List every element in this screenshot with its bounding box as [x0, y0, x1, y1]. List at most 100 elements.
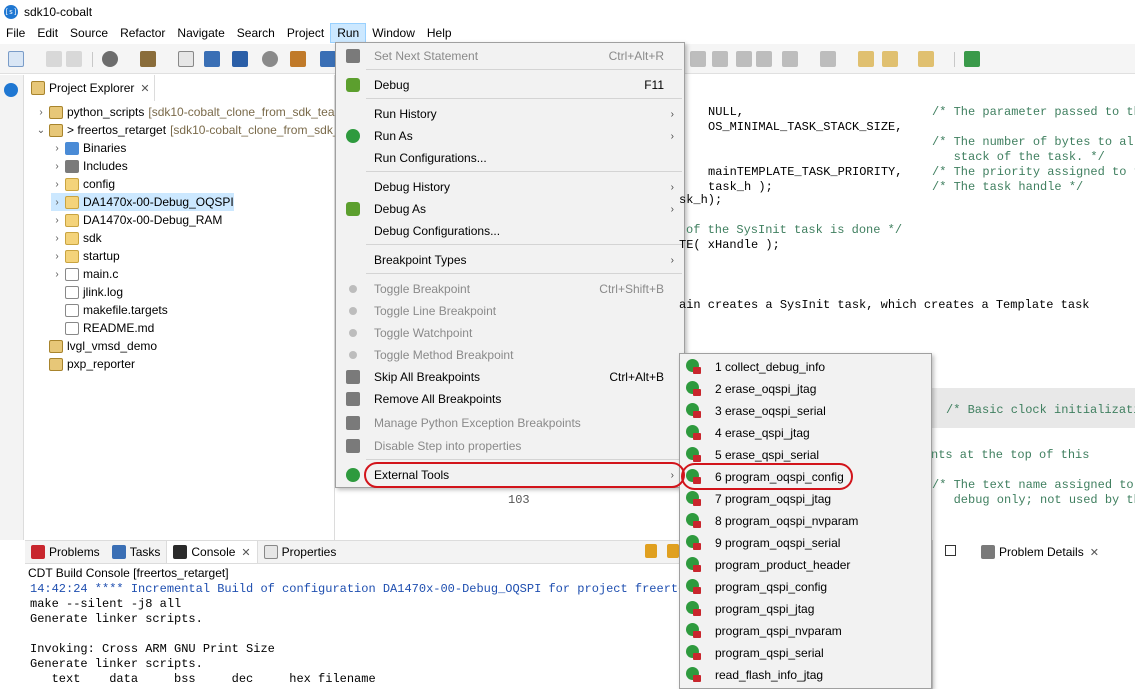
menu-edit[interactable]: Edit: [31, 23, 64, 43]
chevron-icon[interactable]: ⌄: [35, 125, 47, 136]
external-tools-toolbar-icon[interactable]: [290, 51, 306, 67]
next-annotation-icon[interactable]: [782, 51, 798, 67]
block-icon[interactable]: [736, 51, 752, 67]
menu-project[interactable]: Project: [281, 23, 330, 43]
run-menu-item[interactable]: Set Next Statement Ctrl+Alt+R: [336, 45, 684, 67]
chevron-icon[interactable]: ›: [51, 215, 63, 226]
run-menu-item[interactable]: Toggle Method Breakpoint: [336, 344, 684, 366]
chevron-icon[interactable]: ›: [51, 269, 63, 280]
maximize-icon[interactable]: [945, 545, 956, 556]
scroll-lock-icon[interactable]: [645, 544, 657, 558]
run-menu-item[interactable]: Run As ›: [336, 125, 684, 147]
menu-run[interactable]: Run: [330, 23, 367, 43]
menu-refactor[interactable]: Refactor: [114, 23, 171, 43]
external-tool-item[interactable]: 3 erase_oqspi_serial: [680, 400, 931, 422]
close-icon[interactable]: ✕: [241, 546, 250, 559]
run-menu-item[interactable]: Manage Python Exception Breakpoints: [336, 412, 684, 434]
tree-item[interactable]: makefile.targets: [51, 301, 168, 319]
run-menu-item[interactable]: Toggle Breakpoint Ctrl+Shift+B: [336, 278, 684, 300]
external-tool-item[interactable]: program_qspi_config: [680, 576, 931, 598]
skip-breakpoints-toolbar-icon[interactable]: [232, 51, 248, 67]
external-tool-item[interactable]: 7 program_oqspi_jtag: [680, 488, 931, 510]
camera-icon[interactable]: [320, 51, 336, 67]
forward-icon[interactable]: [918, 51, 934, 67]
gear-icon[interactable]: [102, 51, 118, 67]
external-tool-item[interactable]: program_product_header: [680, 554, 931, 576]
chevron-icon[interactable]: ›: [51, 179, 63, 190]
tree-item[interactable]: › main.c: [51, 265, 118, 283]
external-tool-item[interactable]: 8 program_oqspi_nvparam: [680, 510, 931, 532]
save-all-icon[interactable]: [66, 51, 82, 67]
terminal-icon[interactable]: [204, 51, 220, 67]
back-icon[interactable]: [882, 51, 898, 67]
tree-item[interactable]: › DA1470x-00-Debug_OQSPI: [51, 193, 234, 211]
external-tool-item[interactable]: 9 program_oqspi_serial: [680, 532, 931, 554]
sdk-icon[interactable]: [4, 83, 18, 97]
pencil-icon[interactable]: [690, 51, 706, 67]
run-menu-item[interactable]: Run Configurations...: [336, 147, 684, 169]
tree-item[interactable]: › DA1470x-00-Debug_RAM: [51, 211, 222, 229]
tree-item[interactable]: ⌄ > freertos_retarget [sdk10-cobalt_clone_…: [35, 121, 350, 139]
tree-item[interactable]: › Includes: [51, 157, 127, 175]
run-menu-item[interactable]: Disable Step into properties: [336, 435, 684, 457]
tab-problems[interactable]: Problems: [25, 541, 106, 563]
close-icon[interactable]: ✕: [1090, 546, 1099, 559]
chevron-icon[interactable]: ›: [51, 197, 63, 208]
tree-item[interactable]: › startup: [51, 247, 119, 265]
tree-item[interactable]: › python_scripts [sdk10-cobalt_clone_from_…: [35, 103, 344, 121]
tree-item[interactable]: lvgl_vmsd_demo: [35, 337, 157, 355]
external-tool-item[interactable]: read_flash_info_jtag: [680, 664, 931, 686]
pin-icon[interactable]: [667, 544, 679, 558]
chevron-icon[interactable]: ›: [51, 251, 63, 262]
run-menu-item[interactable]: Skip All Breakpoints Ctrl+Alt+B: [336, 366, 684, 388]
external-tool-item[interactable]: 2 erase_oqspi_jtag: [680, 378, 931, 400]
perspective-icon[interactable]: [964, 51, 980, 67]
binary-icon[interactable]: [178, 51, 194, 67]
run-menu-item[interactable]: Debug Configurations...: [336, 220, 684, 242]
menu-search[interactable]: Search: [231, 23, 281, 43]
external-tool-item[interactable]: program_qspi_jtag: [680, 598, 931, 620]
external-tool-item[interactable]: 1 collect_debug_info: [680, 356, 931, 378]
tree-item[interactable]: › sdk: [51, 229, 101, 247]
chevron-icon[interactable]: ›: [51, 161, 63, 172]
console-output[interactable]: 14:42:24 **** Incremental Build of confi…: [25, 582, 700, 689]
menu-file[interactable]: File: [0, 23, 31, 43]
build-hammer-icon[interactable]: [140, 51, 156, 67]
last-edit-icon[interactable]: [858, 51, 874, 67]
tab-properties[interactable]: Properties: [258, 541, 343, 563]
run-menu-item[interactable]: Debug History ›: [336, 176, 684, 198]
run-menu-item[interactable]: Debug As ›: [336, 198, 684, 220]
tab-tasks[interactable]: Tasks: [106, 541, 167, 563]
close-icon[interactable]: ✕: [140, 82, 149, 95]
pilcrow-icon[interactable]: [756, 51, 772, 67]
tree-item[interactable]: README.md: [51, 319, 154, 337]
external-tool-item[interactable]: program_qspi_serial: [680, 642, 931, 664]
tree-item[interactable]: pxp_reporter: [35, 355, 135, 373]
chevron-icon[interactable]: ›: [35, 107, 47, 118]
menu-help[interactable]: Help: [421, 23, 458, 43]
save-icon[interactable]: [46, 51, 62, 67]
edit-icon[interactable]: [712, 51, 728, 67]
tree-item[interactable]: jlink.log: [51, 283, 123, 301]
step-icon[interactable]: [262, 51, 278, 67]
run-menu-item[interactable]: Toggle Line Breakpoint: [336, 300, 684, 322]
run-menu-item[interactable]: Run History ›: [336, 103, 684, 125]
run-menu-item[interactable]: Toggle Watchpoint: [336, 322, 684, 344]
tab-project-explorer[interactable]: Project Explorer ✕: [25, 75, 155, 101]
prev-annotation-icon[interactable]: [820, 51, 836, 67]
run-menu-item[interactable]: Breakpoint Types ›: [336, 249, 684, 271]
tree-item[interactable]: › config: [51, 175, 115, 193]
chevron-icon[interactable]: ›: [51, 233, 63, 244]
run-menu-item[interactable]: Remove All Breakpoints: [336, 388, 684, 410]
tab-console[interactable]: Console ✕: [166, 541, 258, 563]
new-icon[interactable]: [8, 51, 24, 67]
tab-problem-details[interactable]: Problem Details ✕: [977, 540, 1103, 564]
chevron-icon[interactable]: ›: [51, 143, 63, 154]
external-tool-item[interactable]: 4 erase_qspi_jtag: [680, 422, 931, 444]
menu-navigate[interactable]: Navigate: [171, 23, 230, 43]
menu-window[interactable]: Window: [366, 23, 421, 43]
tree-item[interactable]: › Binaries: [51, 139, 126, 157]
external-tool-item[interactable]: program_qspi_nvparam: [680, 620, 931, 642]
run-menu-item[interactable]: Debug F11: [336, 74, 684, 96]
menu-source[interactable]: Source: [64, 23, 114, 43]
